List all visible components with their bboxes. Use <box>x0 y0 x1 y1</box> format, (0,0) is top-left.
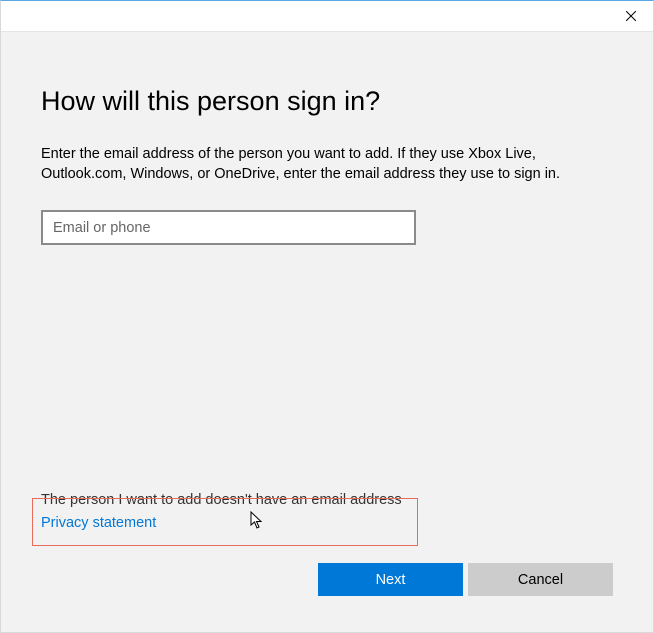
button-row: Next Cancel <box>318 563 613 596</box>
email-input[interactable] <box>41 210 416 245</box>
privacy-statement-link[interactable]: Privacy statement <box>41 515 156 531</box>
bottom-links: The person I want to add doesn't have an… <box>41 492 613 532</box>
close-button[interactable] <box>608 1 653 31</box>
dialog-description: Enter the email address of the person yo… <box>41 145 613 184</box>
close-icon <box>626 9 636 24</box>
dialog-window: How will this person sign in? Enter the … <box>0 0 654 633</box>
no-email-link[interactable]: The person I want to add doesn't have an… <box>41 492 613 508</box>
next-button[interactable]: Next <box>318 563 463 596</box>
dialog-title: How will this person sign in? <box>41 86 613 117</box>
title-bar <box>1 1 653 32</box>
cancel-button[interactable]: Cancel <box>468 563 613 596</box>
dialog-content: How will this person sign in? Enter the … <box>1 32 653 245</box>
